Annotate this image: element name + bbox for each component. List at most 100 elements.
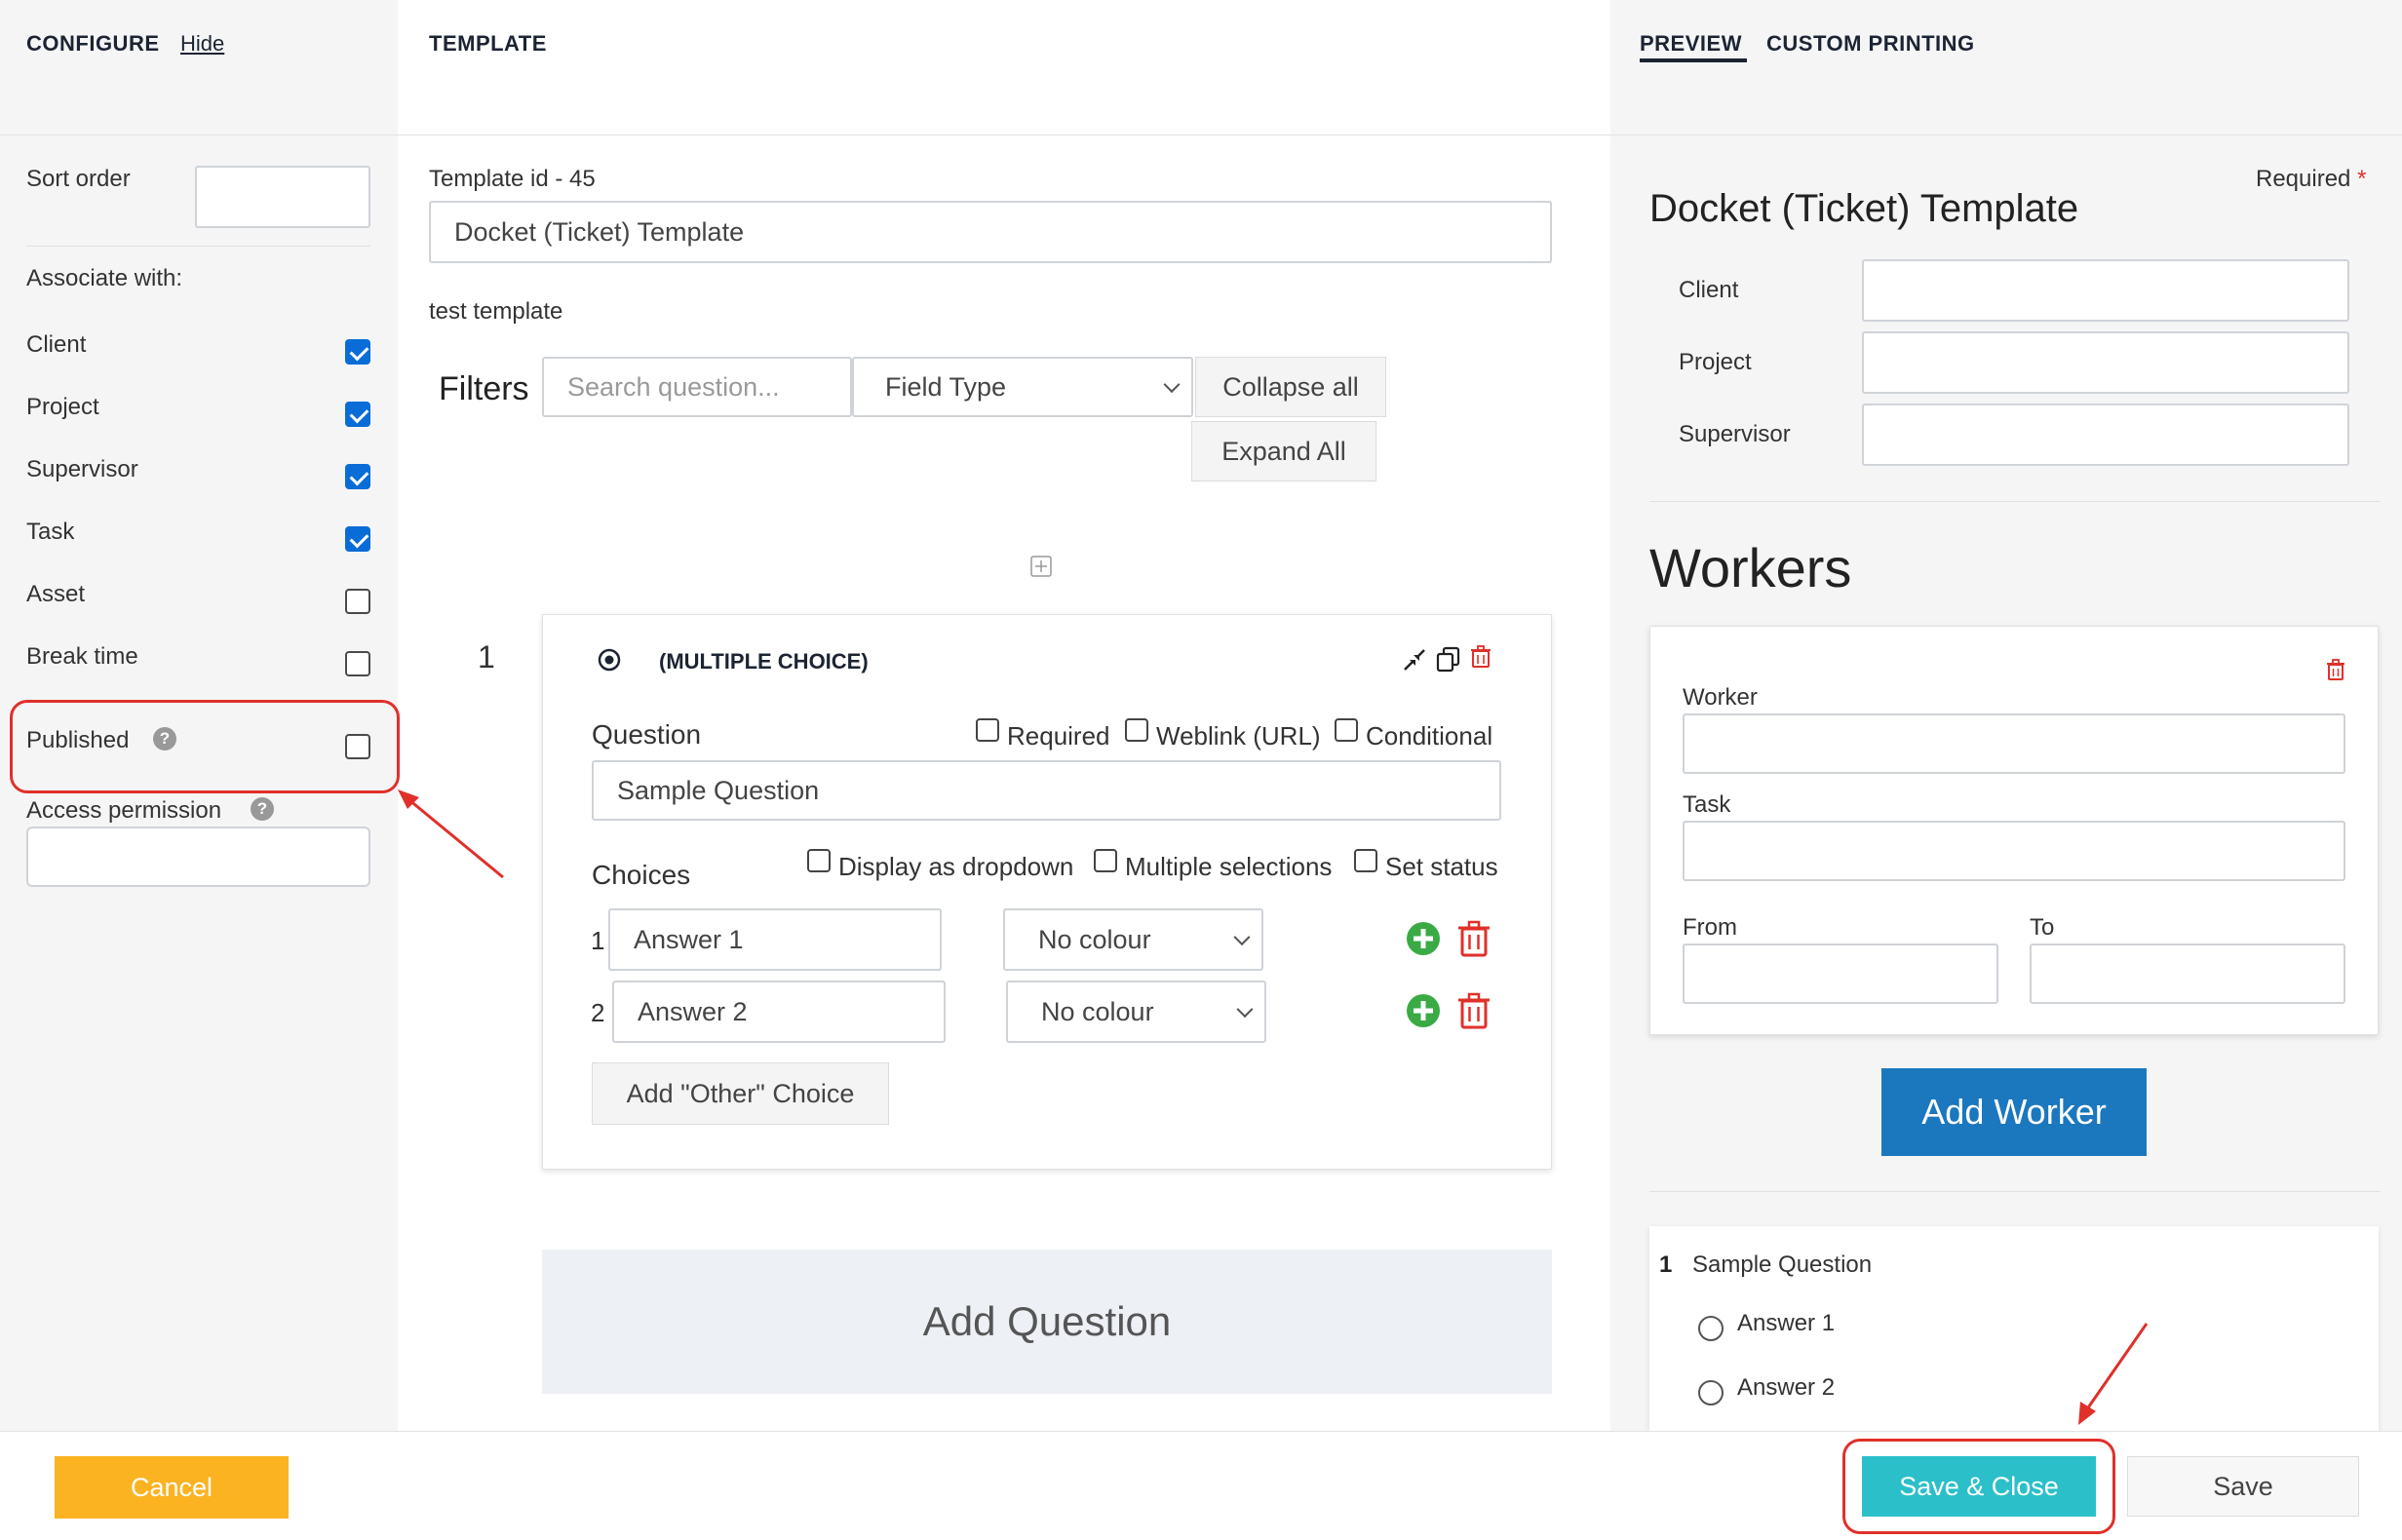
preview-title: Docket (Ticket) Template <box>1649 187 2079 230</box>
display-dropdown-checkbox[interactable] <box>807 849 831 872</box>
choice-colour-select[interactable]: No colour <box>1006 981 1266 1043</box>
radio-type-icon <box>598 648 621 672</box>
choices-label: Choices <box>592 860 691 890</box>
associate-item-label: Break time <box>26 643 138 670</box>
template-title: TEMPLATE <box>429 31 547 56</box>
choice-colour-value: No colour <box>1038 924 1151 954</box>
tab-custom-printing[interactable]: CUSTOM PRINTING <box>1766 31 1975 57</box>
hide-link[interactable]: Hide <box>180 31 224 57</box>
task-input[interactable] <box>1683 821 2345 881</box>
annotation-arrow <box>2078 1323 2149 1425</box>
associate-asset-checkbox[interactable] <box>345 589 370 614</box>
associate-item-label: Supervisor <box>26 456 138 482</box>
delete-choice-icon[interactable] <box>1457 920 1491 957</box>
conditional-label: Conditional <box>1366 721 1493 751</box>
choice-colour-value: No colour <box>1041 996 1154 1026</box>
associate-item-label: Project <box>26 394 99 420</box>
associate-item-label: Asset <box>26 581 86 607</box>
preview-answer-label: Answer 2 <box>1737 1374 1836 1401</box>
filters-label: Filters <box>439 370 529 407</box>
preview-project-input[interactable] <box>1862 331 2349 394</box>
required-star: * <box>2357 166 2367 192</box>
expand-all-button[interactable]: Expand All <box>1191 421 1376 481</box>
add-worker-button[interactable]: Add Worker <box>1881 1068 2147 1156</box>
collapse-arrows-icon[interactable] <box>1402 647 1427 673</box>
access-permission-input[interactable] <box>26 827 370 887</box>
cancel-button[interactable]: Cancel <box>55 1456 289 1519</box>
preview-answer-radio[interactable] <box>1698 1316 1724 1341</box>
associate-label: Associate with: <box>26 265 183 291</box>
required-legend: Required * <box>2256 166 2366 193</box>
required-legend-text: Required <box>2256 166 2351 192</box>
configure-title: CONFIGURE <box>26 31 160 56</box>
choice-number: 2 <box>591 998 605 1027</box>
divider <box>1649 501 2381 502</box>
preview-question-number: 1 <box>1659 1251 1673 1278</box>
field-type-select[interactable]: Field Type <box>852 357 1193 417</box>
delete-choice-icon[interactable] <box>1457 992 1491 1029</box>
multiple-selections-checkbox[interactable] <box>1094 849 1117 872</box>
access-permission-label: Access permission <box>26 797 222 824</box>
choice-colour-select[interactable]: No colour <box>1003 908 1263 971</box>
choice-answer-input[interactable]: Answer 2 <box>612 981 946 1043</box>
associate-supervisor-checkbox[interactable] <box>345 464 370 489</box>
divider <box>1649 1191 2381 1192</box>
preview-supervisor-input[interactable] <box>1862 404 2349 466</box>
help-icon[interactable]: ? <box>153 727 176 751</box>
trash-icon[interactable] <box>1470 645 1492 669</box>
choice-answer-input[interactable]: Answer 1 <box>608 908 942 971</box>
to-input[interactable] <box>2030 943 2345 1004</box>
sort-order-label: Sort order <box>26 166 131 192</box>
required-label: Required <box>1007 721 1110 751</box>
associate-client-checkbox[interactable] <box>345 339 370 365</box>
search-question-input[interactable]: Search question... <box>542 357 852 417</box>
associate-item-label: Task <box>26 519 75 545</box>
weblink-label: Weblink (URL) <box>1156 721 1321 751</box>
add-choice-icon[interactable] <box>1406 921 1441 956</box>
to-label: To <box>2030 914 2055 941</box>
template-description: test template <box>429 298 563 325</box>
save-button[interactable]: Save <box>2127 1456 2359 1517</box>
question-text-input[interactable]: Sample Question <box>592 760 1501 821</box>
associate-task-checkbox[interactable] <box>345 526 370 552</box>
add-choice-icon[interactable] <box>1406 993 1441 1028</box>
field-type-value: Field Type <box>885 371 1007 402</box>
associate-project-checkbox[interactable] <box>345 402 370 427</box>
preview-field-label: Client <box>1679 277 1739 303</box>
divider <box>26 246 370 247</box>
tab-preview-underline <box>1640 58 1747 62</box>
help-icon[interactable]: ? <box>251 797 274 821</box>
question-label: Question <box>592 719 702 750</box>
from-input[interactable] <box>1683 943 1998 1004</box>
add-question-button[interactable]: Add Question <box>542 1250 1552 1394</box>
annotation-arrow <box>398 789 504 879</box>
template-id-label: Template id - 45 <box>429 166 596 192</box>
published-checkbox[interactable] <box>345 734 370 759</box>
chevron-down-icon <box>1233 929 1251 946</box>
preview-field-label: Project <box>1679 349 1752 375</box>
multiple-selections-label: Multiple selections <box>1125 852 1333 881</box>
sort-order-input[interactable] <box>195 166 370 228</box>
set-status-checkbox[interactable] <box>1354 849 1377 872</box>
chevron-down-icon <box>1236 1001 1254 1019</box>
associate-item-label: Client <box>26 331 87 358</box>
save-close-button[interactable]: Save & Close <box>1862 1456 2096 1517</box>
question-type-label: (MULTIPLE CHOICE) <box>659 649 869 674</box>
weblink-checkbox[interactable] <box>1125 718 1148 742</box>
worker-input[interactable] <box>1683 713 2345 774</box>
preview-client-input[interactable] <box>1862 259 2349 322</box>
conditional-checkbox[interactable] <box>1335 718 1358 742</box>
workers-title: Workers <box>1649 537 1852 598</box>
associate-break-time-checkbox[interactable] <box>345 651 370 676</box>
add-other-choice-button[interactable]: Add "Other" Choice <box>592 1062 889 1125</box>
template-name-input[interactable]: Docket (Ticket) Template <box>429 201 1552 263</box>
from-label: From <box>1683 914 1737 941</box>
trash-icon[interactable] <box>2326 659 2345 680</box>
preview-answer-label: Answer 1 <box>1737 1310 1836 1336</box>
copy-icon[interactable] <box>1435 645 1462 673</box>
required-checkbox[interactable] <box>976 718 999 742</box>
preview-answer-radio[interactable] <box>1698 1380 1724 1405</box>
collapse-all-button[interactable]: Collapse all <box>1195 357 1386 417</box>
add-question-plus-icon[interactable] <box>1030 556 1052 577</box>
tab-preview[interactable]: PREVIEW <box>1640 31 1742 57</box>
